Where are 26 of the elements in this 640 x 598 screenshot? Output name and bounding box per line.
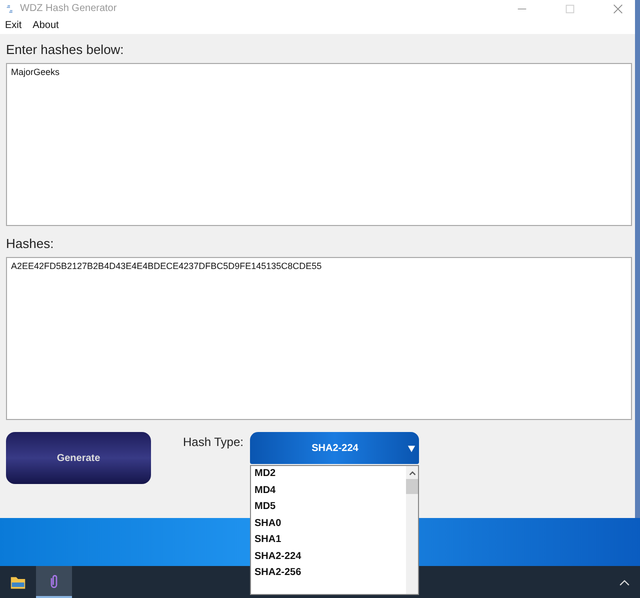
dropdown-option[interactable]: SHA1 bbox=[254, 532, 406, 548]
scroll-thumb[interactable] bbox=[406, 479, 418, 494]
hash-type-dropdown[interactable]: SHA2-224 bbox=[250, 432, 420, 464]
input-label: Enter hashes below: bbox=[6, 42, 125, 57]
dropdown-option[interactable]: MD2 bbox=[254, 466, 406, 482]
dropdown-option[interactable]: MD5 bbox=[254, 499, 406, 516]
chevron-up-icon[interactable] bbox=[619, 578, 630, 586]
menu-item[interactable]: About bbox=[32, 20, 59, 31]
output-label: Hashes: bbox=[6, 236, 55, 251]
dropdown-option[interactable]: SHA2-224 bbox=[254, 548, 406, 565]
app-icon bbox=[6, 4, 14, 14]
hash-type-label: Hash Type: bbox=[183, 435, 244, 449]
scrollbar[interactable] bbox=[406, 466, 418, 594]
hash-output-field[interactable]: A2EE42FD5B2127B2B4D43E4E4BDECE4237DFBC5D9FE145135C8CDE55 bbox=[6, 257, 632, 420]
scroll-up-icon[interactable] bbox=[408, 470, 417, 476]
hash-input-field[interactable]: MajorGeeks bbox=[6, 63, 632, 226]
dropdown-option[interactable]: SHA0 bbox=[254, 516, 406, 532]
maximize-icon[interactable] bbox=[565, 4, 575, 14]
close-icon[interactable] bbox=[613, 4, 623, 14]
dropdown-option[interactable]: MD4 bbox=[254, 482, 406, 499]
caret-icon bbox=[407, 444, 416, 452]
menu-item[interactable]: Exit bbox=[5, 20, 22, 31]
dropdown-option[interactable]: SHA2-256 bbox=[254, 565, 406, 582]
window-title: WDZ Hash Generator bbox=[20, 3, 117, 14]
folder-icon[interactable] bbox=[10, 574, 26, 590]
generate-button[interactable]: Generate bbox=[6, 432, 151, 484]
